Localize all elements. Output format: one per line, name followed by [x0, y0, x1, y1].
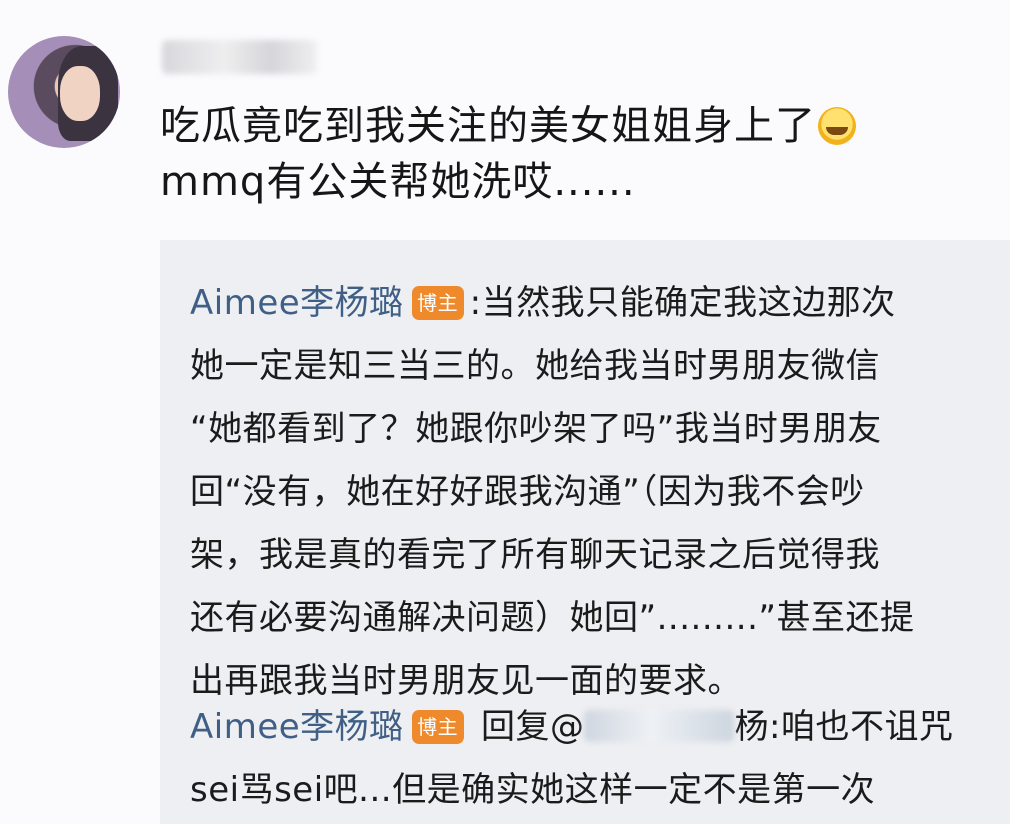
- post-text-line-1: 吃瓜竟吃到我关注的美女姐姐身上了: [160, 98, 980, 154]
- comment-author[interactable]: Aimee李杨璐: [190, 707, 404, 747]
- avatar[interactable]: [8, 36, 120, 148]
- comment-line: 回“没有，她在好好跟我沟通”（因为我不会吵: [190, 472, 865, 512]
- blurred-username[interactable]: [162, 40, 317, 74]
- comment-line-1: Aimee李杨璐 博主 回复@ 杨:咱也不诅咒: [190, 707, 954, 747]
- comment-line-1: Aimee李杨璐 博主:当然我只能确定我这边那次: [190, 283, 896, 323]
- post-text-line-2: mmq有公关帮她洗哎......: [160, 159, 636, 205]
- comment: Aimee李杨璐 博主:当然我只能确定我这边那次 她一定是知三当三的。她给我当时男…: [190, 272, 990, 713]
- comment: Aimee李杨璐 博主 回复@ 杨:咱也不诅咒 sei骂sei吧...但是确实她这样…: [190, 696, 990, 822]
- blurred-mention[interactable]: [584, 710, 735, 742]
- comment-line: “她都看到了？她跟你吵架了吗”我当时男朋友: [190, 409, 882, 449]
- comment-line: 她一定是知三当三的。她给我当时男朋友微信: [190, 346, 880, 386]
- comment-author[interactable]: Aimee李杨璐: [190, 283, 404, 323]
- blogger-badge: 博主: [411, 286, 464, 320]
- blogger-badge: 博主: [411, 710, 464, 744]
- post-text: 吃瓜竟吃到我关注的美女姐姐身上了 mmq有公关帮她洗哎......: [160, 98, 980, 210]
- comment-line: 架，我是真的看完了所有聊天记录之后觉得我: [190, 535, 880, 575]
- weibo-post: 吃瓜竟吃到我关注的美女姐姐身上了 mmq有公关帮她洗哎...... Aimee李…: [0, 0, 1010, 824]
- comment-line: sei骂sei吧...但是确实她这样一定不是第一次: [190, 770, 876, 810]
- avatar-face: [60, 66, 100, 121]
- laughing-crying-emoji-icon: [818, 107, 856, 145]
- comment-line: 还有必要沟通解决问题）她回”.........”甚至还提: [190, 598, 915, 638]
